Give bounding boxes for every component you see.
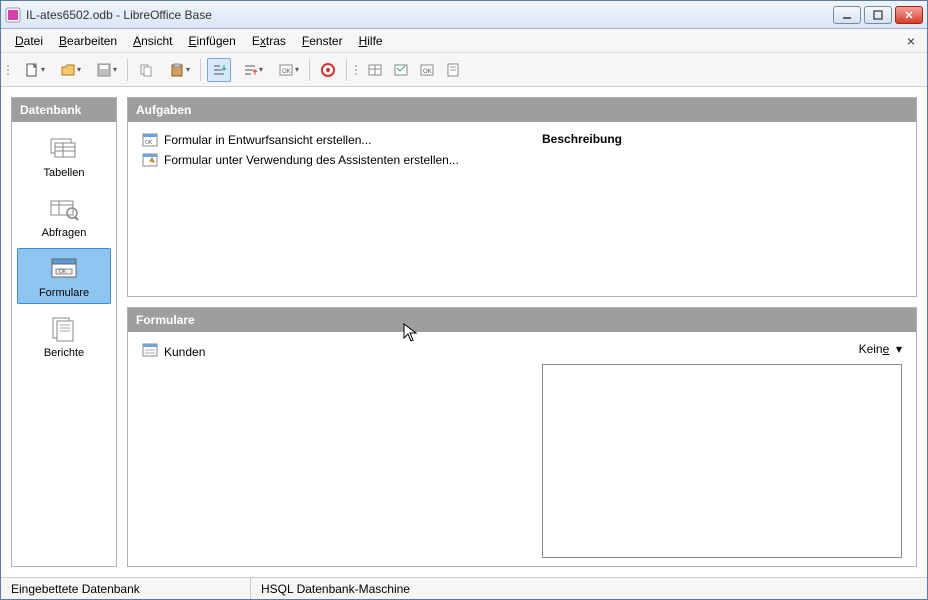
open-document-button[interactable]: [51, 58, 85, 82]
new-document-button[interactable]: [15, 58, 49, 82]
menu-datei[interactable]: Datei: [7, 32, 51, 50]
menu-ansicht[interactable]: Ansicht: [125, 32, 180, 50]
report-button[interactable]: [441, 58, 465, 82]
queries-icon: [48, 195, 80, 223]
save-button[interactable]: [87, 58, 121, 82]
form-icon: [142, 342, 158, 361]
objects-header: Formulare: [128, 308, 916, 332]
tasks-panel: Aufgaben OK Formular in Entwurfsansicht …: [127, 97, 917, 297]
copy-button[interactable]: [134, 58, 158, 82]
description-label: Beschreibung: [542, 132, 902, 146]
tables-icon: [48, 135, 80, 163]
sort-descending-button[interactable]: [233, 58, 267, 82]
sidebar-item-label: Formulare: [39, 287, 89, 299]
forms-icon: OK: [48, 255, 80, 283]
minimize-button[interactable]: [833, 6, 861, 24]
form-button[interactable]: OK: [269, 58, 303, 82]
menu-hilfe[interactable]: Hilfe: [351, 32, 391, 50]
menu-bearbeiten[interactable]: Bearbeiten: [51, 32, 125, 50]
toolbar-handle[interactable]: [5, 58, 11, 82]
status-db-engine: HSQL Datenbank-Maschine: [251, 578, 927, 599]
svg-text:OK: OK: [423, 69, 432, 75]
reports-icon: [48, 315, 80, 343]
sort-ascending-button[interactable]: [207, 58, 231, 82]
sidebar-item-label: Abfragen: [42, 227, 87, 239]
view-mode-dropdown[interactable]: Keine ▾: [859, 340, 902, 358]
toolbar-separator: [127, 59, 128, 81]
task-label: Formular in Entwurfsansicht erstellen...: [164, 133, 371, 147]
task-create-form-wizard[interactable]: Formular unter Verwendung des Assistente…: [142, 152, 514, 168]
sidebar-item-label: Berichte: [44, 347, 84, 359]
svg-text:OK: OK: [59, 269, 67, 275]
table-button[interactable]: [363, 58, 387, 82]
form-item-label: Kunden: [164, 345, 205, 359]
toolbar-separator: [200, 59, 201, 81]
status-embedded-db: Eingebettete Datenbank: [1, 578, 251, 599]
toolbar-separator: [346, 59, 347, 81]
menubar: Datei Bearbeiten Ansicht Einfügen Extras…: [1, 29, 927, 53]
statusbar: Eingebettete Datenbank HSQL Datenbank-Ma…: [1, 577, 927, 599]
form-wizard-icon: [142, 152, 158, 168]
sidebar-header: Datenbank: [12, 98, 116, 122]
task-create-form-design[interactable]: OK Formular in Entwurfsansicht erstellen…: [142, 132, 514, 148]
main-area: Datenbank Tabellen Abfragen OK Formulare…: [1, 87, 927, 577]
toolbar-handle[interactable]: [353, 58, 359, 82]
maximize-button[interactable]: [864, 6, 892, 24]
window-title: IL-ates6502.odb - LibreOffice Base: [26, 8, 833, 22]
tasks-header: Aufgaben: [128, 98, 916, 122]
sidebar: Datenbank Tabellen Abfragen OK Formulare…: [11, 97, 117, 567]
sidebar-item-abfragen[interactable]: Abfragen: [17, 188, 111, 244]
paste-button[interactable]: [160, 58, 194, 82]
sidebar-item-label: Tabellen: [44, 167, 85, 179]
sidebar-item-berichte[interactable]: Berichte: [17, 308, 111, 364]
document-close-button[interactable]: ×: [901, 33, 921, 49]
titlebar: IL-ates6502.odb - LibreOffice Base: [1, 1, 927, 29]
form-item-kunden[interactable]: Kunden: [142, 342, 514, 361]
menu-einfuegen[interactable]: Einfügen: [180, 32, 243, 50]
objects-panel: Formulare Kunden Keine ▾: [127, 307, 917, 567]
sidebar-item-formulare[interactable]: OK Formulare: [17, 248, 111, 304]
menu-fenster[interactable]: Fenster: [294, 32, 351, 50]
task-label: Formular unter Verwendung des Assistente…: [164, 153, 459, 167]
svg-text:OK: OK: [282, 69, 291, 75]
form-design-button[interactable]: OK: [415, 58, 439, 82]
menu-extras[interactable]: Extras: [244, 32, 294, 50]
query-button[interactable]: [389, 58, 413, 82]
close-button[interactable]: [895, 6, 923, 24]
help-button[interactable]: [316, 58, 340, 82]
svg-text:OK: OK: [145, 140, 153, 146]
form-design-icon: OK: [142, 132, 158, 148]
toolbar: OK OK: [1, 53, 927, 87]
sidebar-item-tabellen[interactable]: Tabellen: [17, 128, 111, 184]
preview-area: [542, 364, 902, 558]
app-icon: [5, 7, 21, 23]
toolbar-separator: [309, 59, 310, 81]
